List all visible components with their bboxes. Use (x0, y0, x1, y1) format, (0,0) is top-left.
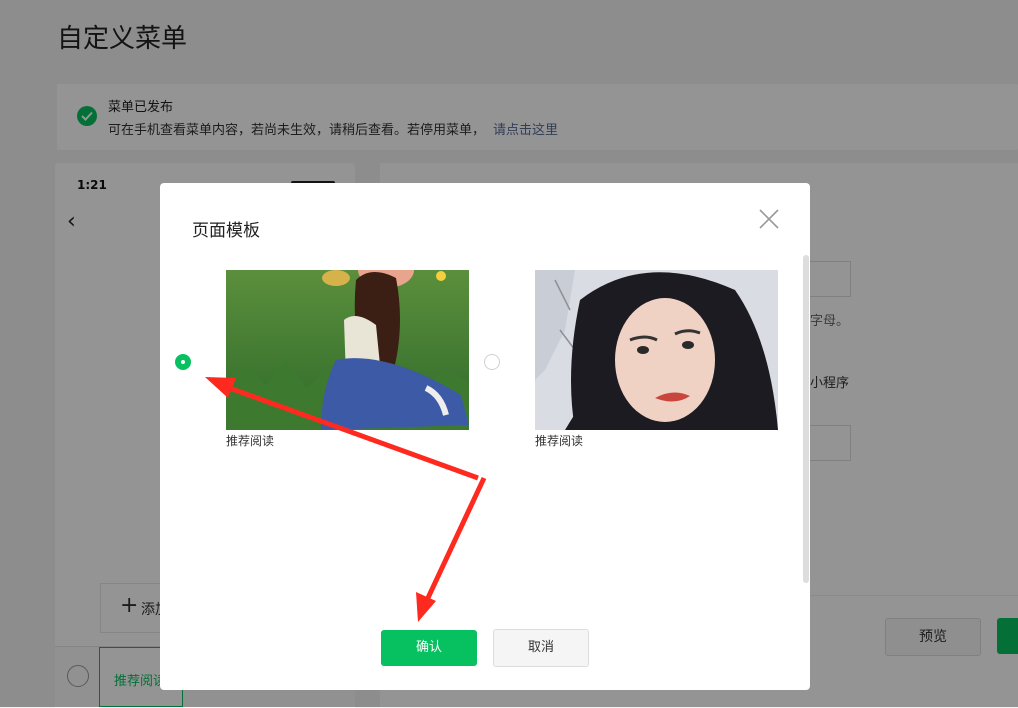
arrow-to-radio (205, 377, 479, 481)
annotation-arrows (205, 377, 487, 622)
arrow-to-confirm (416, 476, 487, 622)
